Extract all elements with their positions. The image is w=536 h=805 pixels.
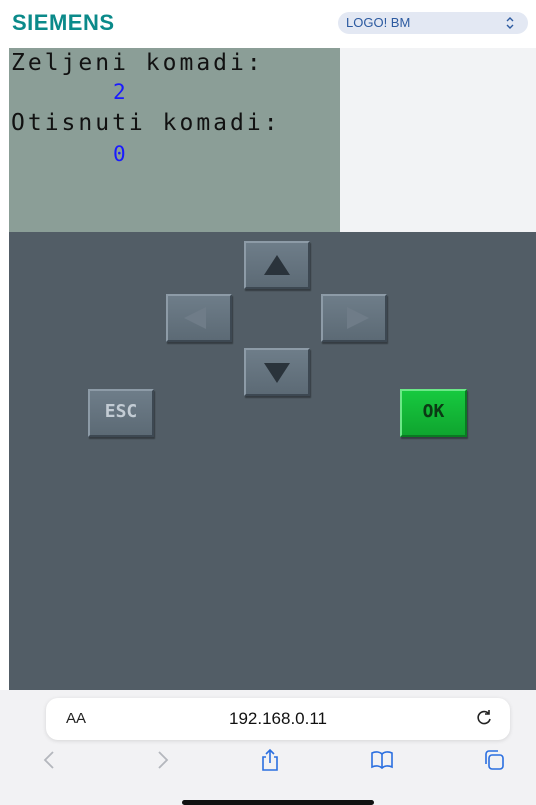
left-button[interactable] bbox=[166, 294, 232, 342]
arrow-up-icon bbox=[264, 255, 290, 275]
url-text[interactable]: 192.168.0.11 bbox=[46, 709, 510, 729]
brand-logo: SIEMENS bbox=[12, 10, 115, 35]
arrow-down-icon bbox=[264, 363, 290, 383]
header: SIEMENS LOGO! BM bbox=[0, 0, 536, 48]
arrow-left-icon bbox=[184, 307, 206, 329]
device-select-value: LOGO! BM bbox=[346, 15, 411, 30]
share-icon[interactable] bbox=[258, 748, 282, 772]
address-bar[interactable]: AA 192.168.0.11 bbox=[46, 698, 510, 740]
lcd-value-printed: 0 bbox=[113, 142, 126, 166]
lcd-label-printed: Otisnuti komadi: bbox=[11, 110, 281, 136]
lcd-display: Zeljeni komadi: 2 Otisnuti komadi: 0 bbox=[9, 48, 340, 232]
back-icon[interactable] bbox=[38, 748, 62, 772]
esc-button[interactable]: ESC bbox=[88, 389, 154, 437]
lcd-label-desired: Zeljeni komadi: bbox=[11, 50, 264, 76]
select-arrows-icon bbox=[504, 12, 516, 43]
ok-button[interactable]: OK bbox=[400, 389, 467, 437]
up-button[interactable] bbox=[244, 241, 310, 289]
reload-icon[interactable] bbox=[474, 708, 494, 728]
tabs-icon[interactable] bbox=[482, 748, 506, 772]
bookmarks-icon[interactable] bbox=[370, 748, 394, 772]
esc-button-label: ESC bbox=[104, 401, 138, 422]
control-pad: ESC OK bbox=[9, 232, 536, 690]
arrow-right-icon bbox=[347, 307, 369, 329]
lcd-value-desired: 2 bbox=[113, 80, 126, 104]
down-button[interactable] bbox=[244, 348, 310, 396]
right-button[interactable] bbox=[321, 294, 387, 342]
display-side-panel bbox=[340, 48, 536, 232]
browser-toolbar: AA 192.168.0.11 bbox=[0, 690, 536, 805]
home-indicator bbox=[182, 800, 374, 805]
ok-button-label: OK bbox=[422, 401, 445, 422]
device-select[interactable]: LOGO! BM bbox=[338, 12, 528, 34]
forward-icon[interactable] bbox=[150, 748, 174, 772]
